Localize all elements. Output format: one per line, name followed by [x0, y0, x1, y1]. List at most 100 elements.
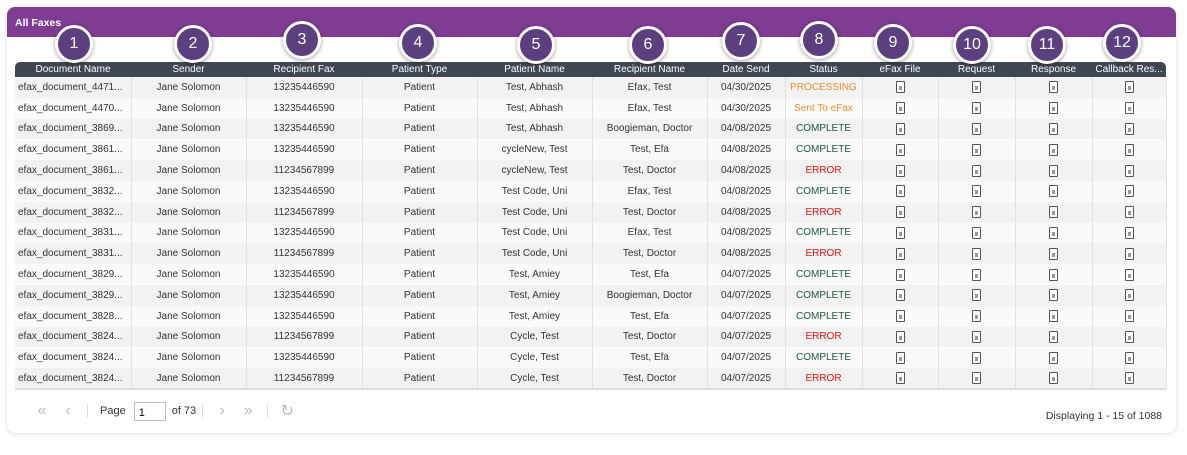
- cell-request[interactable]: [938, 284, 1016, 306]
- table-row[interactable]: efax_document_3824... Jane Solomon 1323544…: [15, 347, 1167, 369]
- document-icon[interactable]: [1124, 351, 1134, 364]
- document-icon[interactable]: [895, 143, 905, 156]
- cell-response[interactable]: [1015, 77, 1093, 98]
- document-icon[interactable]: [895, 310, 905, 323]
- document-icon[interactable]: [1049, 81, 1058, 94]
- column-header[interactable]: Recipient Fax: [246, 62, 362, 77]
- document-icon[interactable]: [895, 268, 905, 281]
- cell-response[interactable]: [1015, 264, 1093, 285]
- cell-efax-file[interactable]: [862, 180, 939, 202]
- cell-callback-response[interactable]: [1092, 264, 1167, 285]
- document-icon[interactable]: [1049, 247, 1058, 260]
- table-row[interactable]: efax_document_3831... Jane Solomon 1123456…: [15, 243, 1167, 265]
- chevron-right-icon[interactable]: ›: [209, 402, 235, 420]
- column-header[interactable]: Callback Res...: [1092, 62, 1166, 77]
- document-icon[interactable]: [1049, 310, 1058, 323]
- cell-callback-response[interactable]: [1092, 326, 1167, 348]
- document-icon[interactable]: [1049, 268, 1058, 281]
- cell-response[interactable]: [1015, 368, 1093, 390]
- cell-efax-file[interactable]: [862, 139, 939, 161]
- document-icon[interactable]: [895, 330, 905, 343]
- column-header[interactable]: Status: [785, 62, 862, 77]
- document-icon[interactable]: [895, 81, 905, 94]
- cell-response[interactable]: [1015, 326, 1093, 348]
- table-row[interactable]: efax_document_3832... Jane Solomon 1323544…: [15, 180, 1167, 202]
- document-icon[interactable]: [1124, 122, 1134, 135]
- cell-request[interactable]: [938, 77, 1016, 98]
- table-row[interactable]: efax_document_3829... Jane Solomon 1323544…: [15, 284, 1167, 306]
- table-row[interactable]: efax_document_3832... Jane Solomon 1123456…: [15, 201, 1167, 223]
- document-icon[interactable]: [895, 122, 905, 135]
- document-icon[interactable]: [1049, 351, 1058, 364]
- table-row[interactable]: efax_document_3831... Jane Solomon 1323544…: [15, 222, 1167, 244]
- document-icon[interactable]: [972, 206, 981, 219]
- document-icon[interactable]: [1049, 164, 1058, 177]
- table-row[interactable]: efax_document_3824... Jane Solomon 1123456…: [15, 326, 1167, 348]
- cell-efax-file[interactable]: [862, 77, 939, 98]
- document-icon[interactable]: [972, 289, 981, 302]
- cell-request[interactable]: [938, 368, 1016, 390]
- cell-request[interactable]: [938, 326, 1016, 348]
- cell-callback-response[interactable]: [1092, 347, 1167, 369]
- document-icon[interactable]: [1049, 372, 1058, 385]
- document-icon[interactable]: [1124, 310, 1134, 323]
- column-header[interactable]: Document Name: [15, 62, 131, 77]
- cell-efax-file[interactable]: [862, 160, 939, 181]
- column-header[interactable]: Date Send: [707, 62, 785, 77]
- table-row[interactable]: efax_document_3861... Jane Solomon 1123456…: [15, 160, 1167, 181]
- cell-callback-response[interactable]: [1092, 305, 1167, 327]
- cell-callback-response[interactable]: [1092, 139, 1167, 161]
- cell-request[interactable]: [938, 201, 1016, 223]
- cell-callback-response[interactable]: [1092, 77, 1167, 98]
- document-icon[interactable]: [972, 164, 981, 177]
- column-header[interactable]: Sender: [131, 62, 246, 77]
- double-chevron-left-icon[interactable]: «: [29, 402, 55, 420]
- document-icon[interactable]: [895, 102, 905, 115]
- chevron-left-icon[interactable]: ‹: [55, 402, 81, 420]
- document-icon[interactable]: [1049, 102, 1058, 115]
- cell-callback-response[interactable]: [1092, 243, 1167, 265]
- cell-request[interactable]: [938, 222, 1016, 244]
- document-icon[interactable]: [972, 81, 981, 94]
- cell-response[interactable]: [1015, 284, 1093, 306]
- cell-callback-response[interactable]: [1092, 201, 1167, 223]
- table-row[interactable]: efax_document_3829... Jane Solomon 1323544…: [15, 264, 1167, 285]
- column-header[interactable]: Recipient Name: [592, 62, 707, 77]
- cell-response[interactable]: [1015, 243, 1093, 265]
- cell-request[interactable]: [938, 118, 1016, 140]
- document-icon[interactable]: [1124, 268, 1134, 281]
- document-icon[interactable]: [972, 143, 981, 156]
- table-row[interactable]: efax_document_3824... Jane Solomon 1123456…: [15, 368, 1167, 390]
- document-icon[interactable]: [972, 185, 981, 198]
- cell-request[interactable]: [938, 305, 1016, 327]
- cell-request[interactable]: [938, 160, 1016, 181]
- document-icon[interactable]: [972, 247, 981, 260]
- document-icon[interactable]: [1124, 164, 1134, 177]
- cell-response[interactable]: [1015, 160, 1093, 181]
- column-header[interactable]: Request: [938, 62, 1015, 77]
- document-icon[interactable]: [1124, 226, 1134, 239]
- document-icon[interactable]: [972, 226, 981, 239]
- document-icon[interactable]: [895, 226, 905, 239]
- cell-callback-response[interactable]: [1092, 222, 1167, 244]
- cell-efax-file[interactable]: [862, 284, 939, 306]
- document-icon[interactable]: [895, 185, 905, 198]
- cell-callback-response[interactable]: [1092, 180, 1167, 202]
- document-icon[interactable]: [1049, 143, 1058, 156]
- document-icon[interactable]: [1124, 185, 1134, 198]
- document-icon[interactable]: [1049, 330, 1058, 343]
- cell-response[interactable]: [1015, 180, 1093, 202]
- table-row[interactable]: efax_document_4471... Jane Solomon 1323544…: [15, 77, 1167, 98]
- cell-callback-response[interactable]: [1092, 97, 1167, 119]
- document-icon[interactable]: [1124, 330, 1134, 343]
- table-row[interactable]: efax_document_3869... Jane Solomon 1323544…: [15, 118, 1167, 140]
- column-header[interactable]: Patient Name: [477, 62, 592, 77]
- double-chevron-right-icon[interactable]: »: [235, 402, 261, 420]
- cell-response[interactable]: [1015, 347, 1093, 369]
- document-icon[interactable]: [972, 372, 981, 385]
- cell-callback-response[interactable]: [1092, 284, 1167, 306]
- cell-callback-response[interactable]: [1092, 118, 1167, 140]
- cell-response[interactable]: [1015, 222, 1093, 244]
- cell-request[interactable]: [938, 97, 1016, 119]
- document-icon[interactable]: [895, 206, 905, 219]
